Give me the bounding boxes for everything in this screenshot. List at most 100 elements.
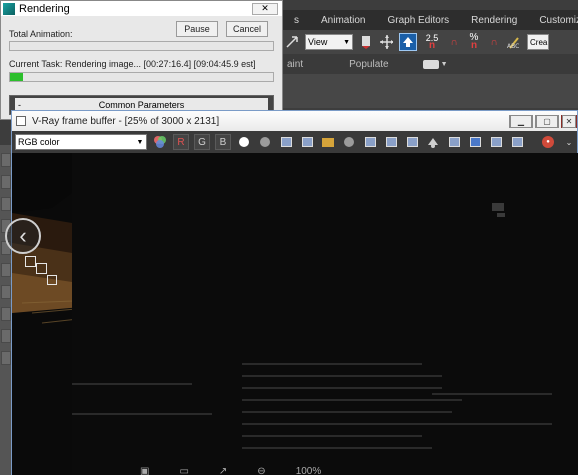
menu-item-animation[interactable]: Animation: [310, 15, 376, 26]
strip-tool-icon[interactable]: [1, 153, 11, 167]
ribbon-toggle-icon[interactable]: [422, 59, 439, 69]
ribbon-panel: [283, 74, 578, 108]
total-animation-progress: [9, 41, 274, 51]
close-icon: ✕: [562, 114, 576, 128]
green-channel-button[interactable]: G: [194, 134, 210, 150]
pause-button[interactable]: Pause: [176, 21, 218, 37]
stop-shape: ●: [542, 136, 554, 148]
load-image-icon[interactable]: [299, 134, 315, 150]
render-bucket: [36, 263, 47, 274]
chevron-down-icon[interactable]: ⌄: [561, 134, 577, 150]
track-mouse-icon[interactable]: [383, 134, 399, 150]
vray-frame-buffer-window: V-Ray frame buffer - [25% of 3000 x 2131…: [11, 110, 578, 475]
cc-shape: [490, 137, 502, 147]
share-status-icon[interactable]: ↗: [219, 466, 227, 475]
history-icon[interactable]: [509, 134, 525, 150]
menu-item-partial[interactable]: s: [283, 15, 310, 26]
chevron-down-icon[interactable]: ▼: [441, 61, 448, 68]
monochrome-icon[interactable]: [257, 134, 273, 150]
render-bucket: [47, 275, 57, 285]
close-button[interactable]: ✕: [561, 114, 577, 128]
strip-tool-icon[interactable]: [1, 351, 11, 365]
edit-named-selection-icon[interactable]: ABC: [507, 34, 521, 50]
select-move-icon[interactable]: [285, 34, 299, 50]
color-corrections-icon[interactable]: [488, 134, 504, 150]
window-controls: ▁ ▢ ✕: [509, 114, 577, 128]
strip-tool-icon[interactable]: [1, 329, 11, 343]
strip-tool-icon[interactable]: [1, 175, 11, 189]
region-render-icon[interactable]: [404, 134, 420, 150]
color-channels-icon[interactable]: [152, 134, 168, 150]
menu-item-graph-editors[interactable]: Graph Editors: [376, 15, 460, 26]
close-button[interactable]: ✕: [252, 2, 278, 15]
frame-status-icon[interactable]: ▭: [179, 466, 188, 475]
angle-snap-icon[interactable]: ∩: [447, 34, 461, 50]
strip-tool-icon[interactable]: [1, 285, 11, 299]
render-canvas[interactable]: [12, 153, 578, 475]
snaps-toggle-icon[interactable]: 2.5 n: [423, 34, 441, 51]
rendering-dialog: Rendering ✕ Pause Cancel Total Animation…: [0, 0, 283, 120]
lens-shape: [469, 137, 481, 147]
strip-tool-icon[interactable]: [1, 263, 11, 277]
history-shape: [511, 137, 523, 147]
select-and-manipulate-icon[interactable]: [379, 34, 393, 50]
lens-effects-icon[interactable]: [467, 134, 483, 150]
link-icon[interactable]: [446, 134, 462, 150]
max-menubar: s Animation Graph Editors Rendering Cust…: [283, 10, 578, 30]
clear-dot: [344, 137, 354, 147]
region-shape: [406, 137, 418, 147]
channel-select[interactable]: RGB color ▼: [15, 134, 147, 150]
strip-tool-icon[interactable]: [1, 307, 11, 321]
vfb-title: V-Ray frame buffer - [25% of 3000 x 2131…: [32, 115, 220, 127]
ribbon-tab-paint[interactable]: aint: [283, 59, 323, 70]
rendering-titlebar: Rendering ✕: [1, 1, 282, 16]
channel-value: RGB color: [18, 137, 60, 147]
desktop: s Animation Graph Editors Rendering Cust…: [0, 0, 578, 475]
prev-arrow-icon[interactable]: ‹: [5, 218, 41, 254]
current-task-value: Rendering image... [00:27:16.4] [09:04:4…: [65, 59, 256, 69]
render-image: [12, 153, 578, 475]
render-icon[interactable]: [425, 134, 441, 150]
svg-text:ABC: ABC: [507, 43, 519, 49]
keyboard-shortcut-override-icon[interactable]: [399, 33, 417, 51]
percent-snap-icon[interactable]: % n: [467, 33, 481, 51]
save-status-icon[interactable]: ▣: [140, 466, 149, 475]
save-image-icon[interactable]: [278, 134, 294, 150]
maximize-icon: ▢: [536, 114, 558, 128]
duplicate-shape: [364, 137, 376, 147]
named-selection-sets-field[interactable]: Crea: [527, 34, 549, 50]
link-shape: [448, 137, 460, 147]
zoom-out-icon[interactable]: ⊖: [257, 466, 265, 475]
spinner-snap-icon[interactable]: ∩: [487, 34, 501, 50]
ribbon-tab-populate[interactable]: Populate: [323, 59, 408, 70]
open-folder-icon[interactable]: [320, 134, 336, 150]
alpha-dot: [239, 137, 249, 147]
alpha-channel-icon[interactable]: [236, 134, 252, 150]
cancel-button[interactable]: Cancel: [226, 21, 268, 37]
current-task-progress: [9, 72, 274, 82]
common-parameters-label: Common Parameters: [98, 99, 185, 110]
vfb-toolbar: RGB color ▼ R G B ● ⌄: [12, 131, 577, 153]
close-icon: ✕: [261, 3, 269, 13]
named-selection-sets-value: Crea: [530, 37, 548, 47]
red-channel-button[interactable]: R: [173, 134, 189, 150]
minimize-button[interactable]: ▁: [509, 114, 533, 128]
minimize-icon: ▁: [510, 114, 532, 128]
reference-coordinate-value: View: [308, 37, 328, 47]
menu-item-customize[interactable]: Customize: [528, 15, 578, 26]
mono-dot: [260, 137, 270, 147]
render-bucket: [25, 256, 36, 267]
duplicate-icon[interactable]: [362, 134, 378, 150]
clear-image-icon[interactable]: [341, 134, 357, 150]
reference-coordinate-select[interactable]: View ▼: [305, 34, 353, 50]
stop-render-icon[interactable]: ●: [540, 134, 556, 150]
strip-tool-icon[interactable]: [1, 197, 11, 211]
pivot-icon[interactable]: [359, 34, 373, 50]
snap-magnet-icon: n: [428, 40, 436, 51]
max-ribbon: aint Populate ▼: [283, 54, 578, 74]
blue-channel-button[interactable]: B: [215, 134, 231, 150]
maximize-button[interactable]: ▢: [535, 114, 559, 128]
spinner-snap-magnet-icon: ∩: [490, 36, 498, 48]
3dsmax-app-icon: [3, 2, 15, 15]
menu-item-rendering[interactable]: Rendering: [460, 15, 528, 26]
